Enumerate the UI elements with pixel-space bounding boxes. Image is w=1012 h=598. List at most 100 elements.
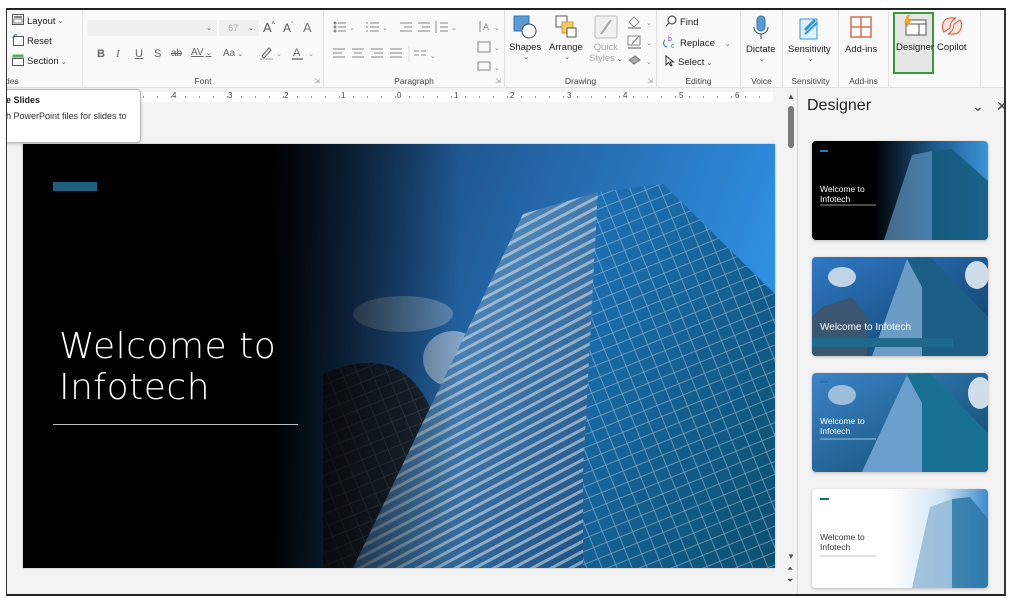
previous-slide-icon[interactable]: ⏶	[787, 564, 793, 574]
scroll-down-icon[interactable]: ▼	[787, 552, 795, 561]
numbering-icon	[366, 22, 379, 32]
font-color-icon: A ⌄	[292, 47, 314, 60]
ruler-label: 3	[228, 91, 233, 100]
designer-pane-title: Designer	[807, 97, 872, 114]
tooltip: e Slides h PowerPoint files for slides t…	[7, 89, 141, 143]
highlight-color-button[interactable]: ⌄	[259, 46, 283, 63]
shadow-button[interactable]: S	[154, 48, 161, 60]
font-color-button[interactable]: A ⌄	[291, 46, 317, 63]
svg-text:⌄: ⌄	[646, 59, 652, 66]
drawing-group-label: Drawing	[564, 76, 597, 86]
shape-outline-icon	[627, 35, 641, 49]
svg-text:⌄: ⌄	[349, 25, 355, 32]
character-spacing-button[interactable]: AV ⌄	[191, 47, 211, 58]
reset-icon	[12, 34, 24, 49]
designer-copilot-group: Designer Copilot	[889, 10, 981, 88]
ruler-tick	[689, 96, 690, 98]
replace-button[interactable]: bc Replace ⌄	[663, 35, 731, 52]
sensitivity-button[interactable]: Sensitivity ⌄	[788, 14, 831, 63]
ruler-label: 1	[341, 91, 346, 100]
design-idea-1-title: Welcome to Infotech	[820, 184, 865, 204]
underline-button[interactable]: U	[135, 48, 143, 60]
design-idea-1[interactable]: Welcome to Infotech	[812, 141, 988, 240]
ruler-tick	[759, 96, 760, 98]
drawing-dialog-launcher[interactable]: ⇲	[647, 77, 653, 85]
ruler-tick	[269, 96, 270, 98]
ruler-tick	[297, 96, 298, 98]
ruler-tick	[409, 96, 410, 98]
columns-icon	[414, 50, 426, 56]
designer-button[interactable]: Designer	[896, 14, 934, 53]
chevron-down-icon[interactable]: ⌄	[972, 98, 984, 115]
slides-group-label: des	[6, 76, 19, 86]
line-spacing-icon	[435, 21, 448, 33]
close-icon[interactable]: ✕	[996, 98, 1004, 115]
scroll-up-icon[interactable]: ▲	[787, 92, 795, 101]
shape-fill-icon	[628, 16, 641, 29]
design-idea-4[interactable]: Welcome to Infotech	[812, 489, 988, 588]
reset-button[interactable]: Reset	[12, 34, 52, 49]
ruler-tick	[619, 96, 620, 98]
clear-formatting-button[interactable]: A	[303, 20, 312, 35]
svg-text:A: A	[483, 22, 489, 32]
ruler-tick	[647, 96, 648, 98]
svg-text:⌄: ⌄	[308, 51, 314, 58]
slides-group: Layout ⌄ Reset Section ⌄ des	[7, 10, 83, 88]
design-idea-4-title: Welcome to Infotech	[820, 532, 865, 552]
section-icon	[12, 54, 24, 69]
paragraph-group: ⌄ ⌄ ⌄ ⌄ A ⌄ ⌄ ⌄ Paragraph ⇲	[324, 10, 505, 88]
next-slide-icon[interactable]: ⏷	[787, 576, 793, 586]
shrink-font-button[interactable]: Aˇ	[283, 21, 293, 35]
font-group: ⌄ 67 ⌄ A^ Aˇ A B I U S ab AV ⌄ Aa ⌄ ⌄ A ⌄ Fo…	[83, 10, 324, 88]
ruler-tick	[381, 96, 382, 98]
editing-group: Find bc Replace ⌄ Select ⌄ Editing	[657, 10, 741, 88]
shape-format-controls[interactable]: ⌄ ⌄ ⌄	[625, 14, 655, 72]
paragraph-controls[interactable]: ⌄ ⌄ ⌄ ⌄ A ⌄ ⌄ ⌄	[332, 20, 502, 72]
paragraph-dialog-launcher[interactable]: ⇲	[495, 77, 501, 85]
italic-button[interactable]: I	[116, 48, 120, 60]
grow-font-button[interactable]: A^	[263, 20, 275, 35]
slide-canvas[interactable]: Welcome to Infotech	[23, 144, 775, 568]
layout-button[interactable]: Layout ⌄	[12, 14, 63, 28]
change-case-button[interactable]: Aa ⌄	[223, 48, 243, 59]
slide-title[interactable]: Welcome to Infotech	[59, 326, 276, 408]
voice-group-label: Voice	[751, 76, 772, 86]
paragraph-group-label: Paragraph	[394, 76, 434, 86]
font-dialog-launcher[interactable]: ⇲	[314, 77, 320, 85]
find-button[interactable]: Find	[665, 15, 698, 30]
quick-styles-button[interactable]: Quick Styles ⌄	[589, 14, 623, 65]
ruler-tick	[185, 96, 186, 98]
justify-icon	[390, 48, 402, 58]
section-button[interactable]: Section ⌄	[12, 54, 67, 69]
ruler-tick	[395, 96, 396, 98]
addins-button[interactable]: Add-ins	[845, 14, 877, 55]
decrease-indent-icon	[400, 22, 412, 32]
select-button[interactable]: Select ⌄	[665, 54, 712, 70]
strikethrough-button[interactable]: ab	[171, 48, 182, 59]
ruler-tick	[213, 96, 214, 98]
design-idea-3[interactable]: Welcome to Infotech	[812, 373, 988, 472]
ruler-tick	[423, 96, 424, 98]
font-size-combo[interactable]: 67 ⌄	[219, 20, 259, 36]
bullets-icon	[333, 21, 346, 33]
search-icon	[665, 15, 677, 30]
bold-button[interactable]: B	[97, 48, 105, 60]
dictate-button[interactable]: Dictate ⌄	[746, 14, 776, 63]
editing-group-label: Editing	[685, 76, 712, 86]
arrange-button[interactable]: Arrange ⌄	[549, 14, 583, 61]
ruler-tick	[591, 96, 592, 98]
addins-icon	[850, 16, 872, 38]
design-idea-2[interactable]: Welcome to Infotech	[812, 257, 988, 356]
svg-text:⌄: ⌄	[494, 45, 500, 52]
ribbon: Layout ⌄ Reset Section ⌄ des ⌄ 67 ⌄ A^ Aˇ	[7, 10, 1004, 88]
copilot-icon	[941, 17, 962, 35]
font-name-combo[interactable]: ⌄	[87, 20, 217, 36]
ruler-tick	[367, 96, 368, 98]
slide-editing-area: Welcome to Infotech	[7, 102, 785, 594]
ruler-tick	[535, 96, 536, 98]
ruler-tick	[283, 96, 284, 98]
vertical-scrollbar[interactable]: ▲ ▼ ⏶ ⏷	[785, 92, 797, 594]
shapes-button[interactable]: Shapes ⌄	[509, 14, 541, 61]
scrollbar-thumb[interactable]	[788, 106, 794, 148]
copilot-button[interactable]: Copilot	[937, 14, 967, 53]
